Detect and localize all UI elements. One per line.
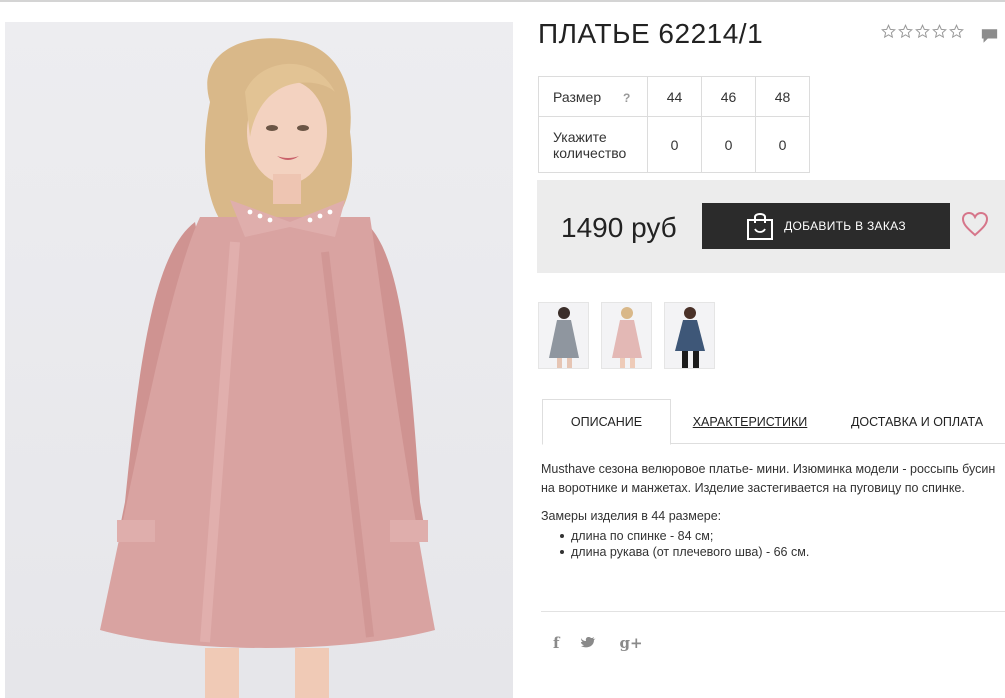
dress-model-illustration	[100, 38, 435, 698]
size-quantity-table: Размер ? 44 46 48 Укажите количество 0 0…	[538, 76, 810, 173]
list-item: длина по спинке - 84 см;	[541, 528, 996, 544]
thumbnail-pink[interactable]	[601, 302, 652, 369]
product-main-image[interactable]	[5, 22, 513, 698]
measure-list: длина по спинке - 84 см; длина рукава (о…	[541, 528, 996, 560]
heart-icon[interactable]	[961, 211, 989, 237]
buy-box: 1490 руб ДОБАВИТЬ В ЗАКАЗ	[537, 180, 1005, 273]
star-icon[interactable]	[915, 24, 930, 39]
quantity-label-cell: Укажите количество	[538, 116, 648, 173]
size-help-icon[interactable]: ?	[623, 91, 630, 105]
description-panel: Musthave сезона велюровое платье- мини. …	[541, 460, 996, 560]
googleplus-icon[interactable]: g+	[619, 634, 642, 652]
thumbnail-blue[interactable]	[664, 302, 715, 369]
size-48: 48	[755, 76, 810, 117]
tab-delivery[interactable]: ДОСТАВКА И ОПЛАТА	[842, 399, 992, 444]
product-title: ПЛАТЬЕ 62214/1	[538, 18, 764, 49]
size-label-cell: Размер ?	[538, 76, 648, 117]
star-icon[interactable]	[932, 24, 947, 39]
price: 1490 руб	[561, 212, 677, 243]
list-item: длина рукава (от плечевого шва) - 66 см.	[541, 544, 996, 560]
color-thumbnails	[538, 302, 715, 369]
product-tabs: ОПИСАНИЕ ХАРАКТЕРИСТИКИ ДОСТАВКА И ОПЛАТ…	[542, 399, 1005, 445]
top-border	[0, 0, 1005, 2]
tab-description[interactable]: ОПИСАНИЕ	[542, 399, 671, 445]
social-share: f g+	[553, 634, 643, 652]
twitter-icon[interactable]	[581, 636, 597, 650]
add-to-order-label: ДОБАВИТЬ В ЗАКАЗ	[784, 219, 906, 233]
thumbnail-pink-image	[612, 307, 642, 368]
quantity-input-48[interactable]: 0	[755, 116, 810, 173]
size-label: Размер	[553, 88, 602, 105]
facebook-icon[interactable]: f	[553, 634, 559, 652]
description-text: Musthave сезона велюровое платье- мини. …	[541, 462, 996, 495]
thumbnail-grey-image	[549, 307, 579, 368]
add-to-order-button[interactable]: ДОБАВИТЬ В ЗАКАЗ	[702, 203, 950, 249]
rating-stars[interactable]	[881, 24, 964, 39]
measure-title: Замеры изделия в 44 размере:	[541, 509, 722, 523]
tab-specs[interactable]: ХАРАКТЕРИСТИКИ	[682, 399, 818, 444]
thumbnail-blue-image	[675, 307, 705, 368]
quantity-input-44[interactable]: 0	[647, 116, 702, 173]
divider	[541, 611, 1005, 612]
thumbnail-grey[interactable]	[538, 302, 589, 369]
shopping-bag-icon	[747, 213, 774, 240]
star-icon[interactable]	[898, 24, 913, 39]
size-46: 46	[701, 76, 756, 117]
quantity-label-line1: Укажите	[553, 128, 607, 145]
quantity-label-line2: количество	[553, 144, 627, 161]
star-icon[interactable]	[949, 24, 964, 39]
size-44: 44	[647, 76, 702, 117]
comment-icon[interactable]	[981, 28, 998, 44]
star-icon[interactable]	[881, 24, 896, 39]
quantity-input-46[interactable]: 0	[701, 116, 756, 173]
